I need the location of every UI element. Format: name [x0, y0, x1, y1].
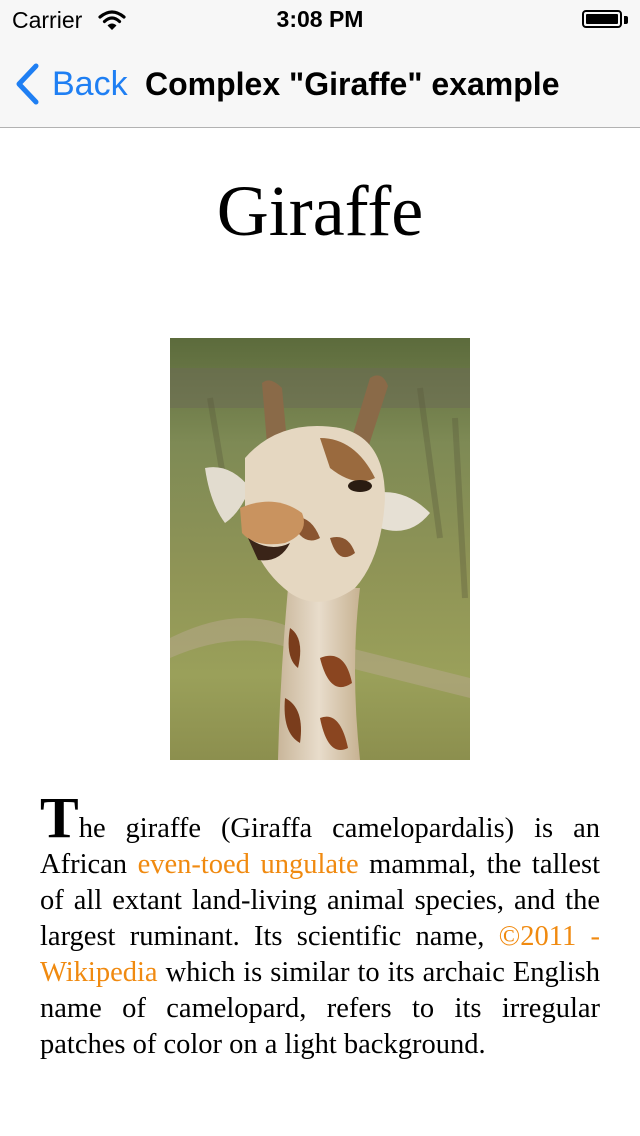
back-button[interactable]: Back [14, 62, 128, 106]
article-body: The giraffe (Giraffa camelopardalis) is … [40, 789, 600, 1063]
giraffe-photo [170, 338, 470, 760]
drop-cap: T [40, 785, 79, 850]
status-bar: Carrier 3:08 PM [0, 0, 640, 40]
even-toed-ungulate-link[interactable]: even-toed ungulate [138, 849, 359, 880]
page-title: Giraffe [216, 171, 424, 251]
nav-title: Complex "Giraffe" example [145, 66, 560, 102]
status-time: 3:08 PM [276, 6, 364, 32]
chevron-left-icon [16, 63, 39, 105]
navigation-bar: Back Complex "Giraffe" example [0, 40, 640, 128]
battery-full-icon [582, 10, 628, 30]
back-button-label: Back [52, 64, 128, 103]
